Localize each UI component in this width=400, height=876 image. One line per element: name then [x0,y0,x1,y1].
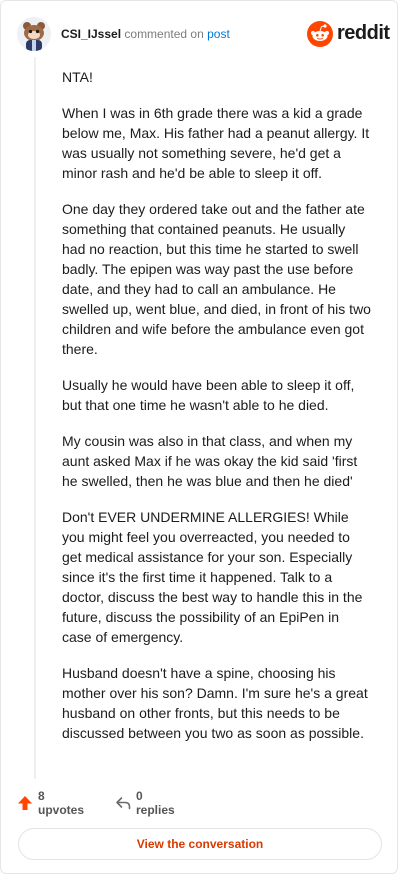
comment-paragraph: One day they ordered take out and the fa… [62,201,371,357]
reddit-alien-icon [307,21,333,47]
reddit-wordmark: reddit [337,22,390,44]
commented-on-text: commented on [124,27,204,41]
comment-meta: CSI_IJssel commented on post [61,27,230,41]
comment-paragraph: Husband doesn't have a spine, choosing h… [62,665,368,741]
comment-paragraph: Don't EVER UNDERMINE ALLERGIES! While yo… [62,509,363,645]
comment-paragraph: Usually he would have been able to sleep… [62,377,355,413]
reply-count: 0 replies [136,789,175,817]
reddit-logo[interactable]: reddit [307,21,390,47]
post-link[interactable]: post [207,27,230,41]
comment-body: NTA! When I was in 6th grade there was a… [62,67,372,759]
upvote-arrow-icon [17,795,33,811]
upvote-count: 8 upvotes [38,789,85,817]
username-link[interactable]: CSI_IJssel [61,27,121,41]
replies-button[interactable]: 0 replies [115,789,175,817]
comment-paragraph: NTA! [62,69,93,85]
snoo-avatar-icon[interactable] [17,17,51,51]
view-conversation-button[interactable]: View the conversation [18,828,382,860]
thread-line [34,57,36,779]
reply-arrow-icon [115,795,131,811]
comment-header: CSI_IJssel commented on post reddit [17,17,390,53]
upvote-button[interactable]: 8 upvotes [17,789,84,817]
comment-card: CSI_IJssel commented on post reddit NTA!… [0,0,398,874]
comment-paragraph: When I was in 6th grade there was a kid … [62,105,370,181]
comment-paragraph: My cousin was also in that class, and wh… [62,433,358,489]
